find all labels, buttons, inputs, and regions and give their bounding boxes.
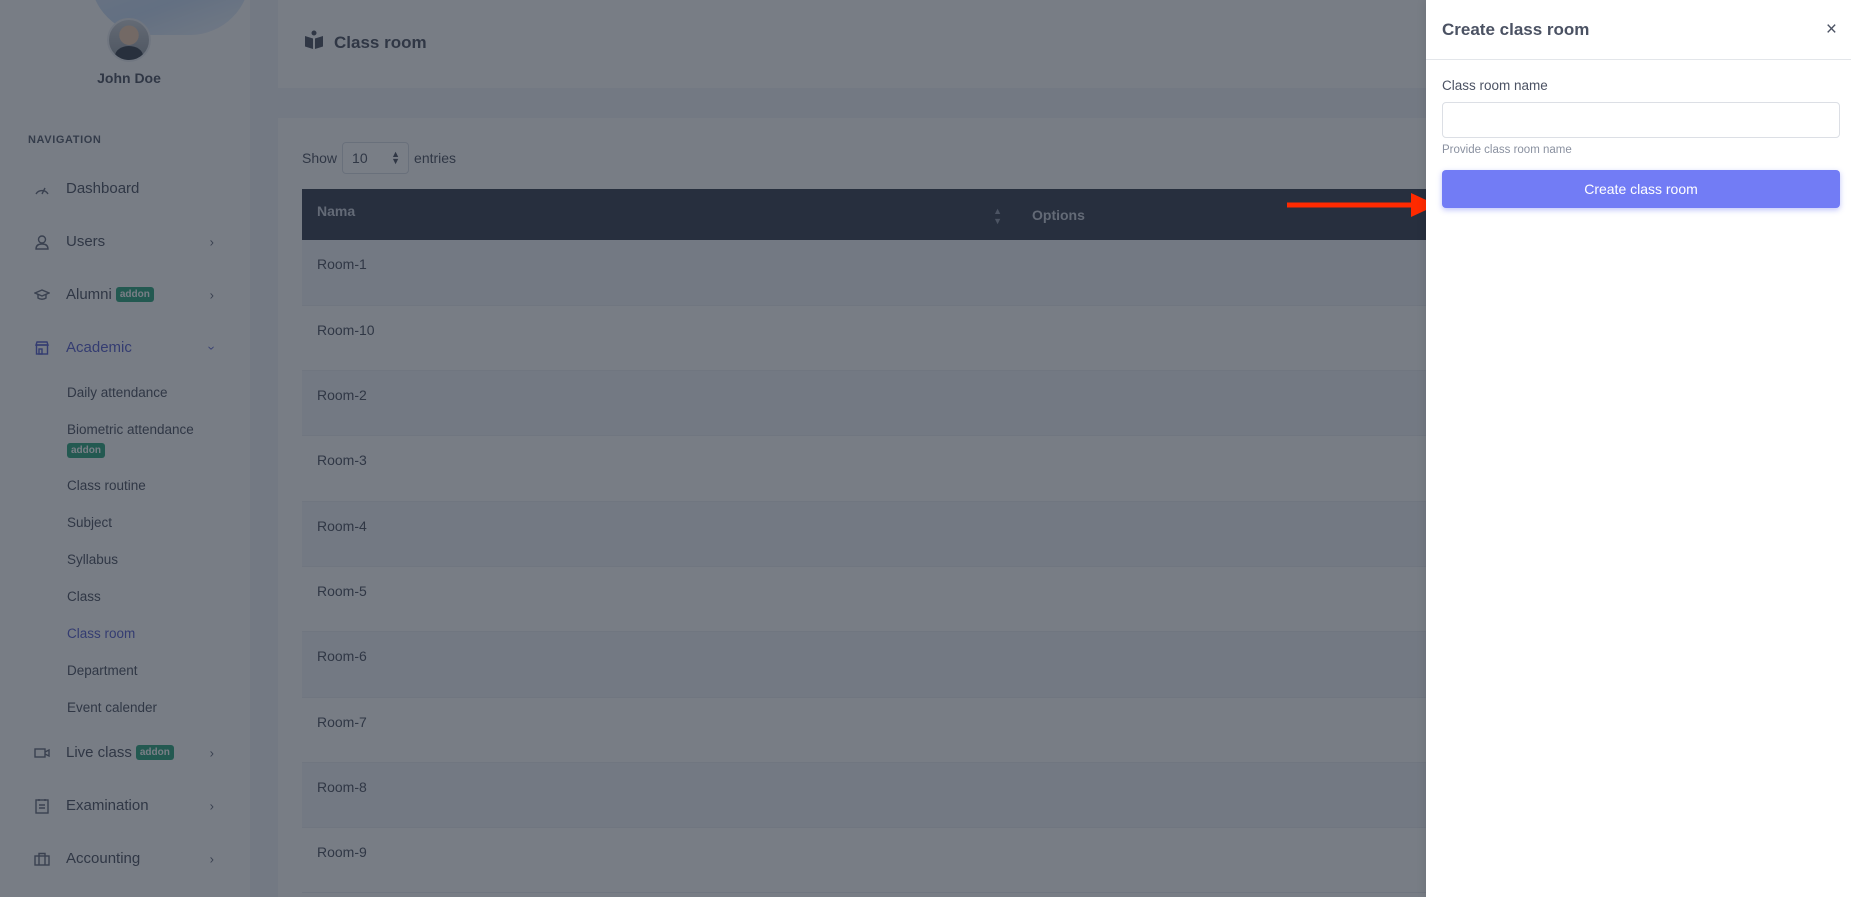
classroom-name-input[interactable] (1442, 102, 1840, 138)
create-classroom-drawer: Create class room × Class room name Prov… (1426, 0, 1851, 897)
drawer-title: Create class room (1442, 20, 1590, 39)
create-classroom-button[interactable]: Create class room (1442, 170, 1840, 208)
drawer-header: Create class room × (1426, 0, 1851, 60)
modal-backdrop[interactable] (0, 0, 1426, 897)
close-icon[interactable]: × (1826, 20, 1837, 39)
annotation-arrow-icon (1287, 193, 1437, 217)
drawer-body: Class room name Provide class room name … (1426, 60, 1851, 226)
classroom-name-help: Provide class room name (1442, 144, 1572, 156)
classroom-name-label: Class room name (1442, 78, 1548, 93)
